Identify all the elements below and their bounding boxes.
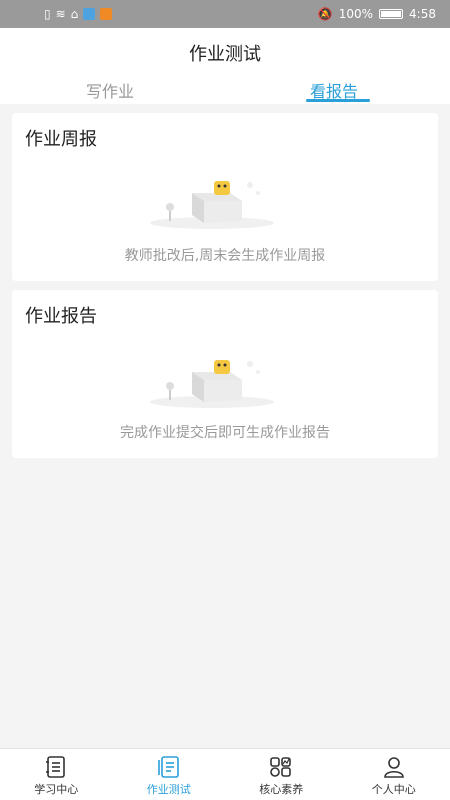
empty-message: 完成作业提交后即可生成作业报告 bbox=[120, 425, 330, 441]
nav-label: 个人中心 bbox=[371, 783, 416, 796]
tab-write-homework[interactable]: 写作业 bbox=[86, 78, 134, 102]
app-notification-icon: ⌂ bbox=[70, 7, 79, 21]
app-icon bbox=[83, 8, 96, 20]
sim-icon: ▯ bbox=[44, 7, 51, 21]
battery-percent: 100% bbox=[338, 7, 374, 21]
notebook-icon bbox=[46, 756, 66, 778]
nav-label: 作业测试 bbox=[146, 783, 191, 796]
status-bar: ▯ ≋ ⌂ 🔕 100% 4:58 bbox=[0, 0, 450, 28]
weekly-report-card: 作业周报 教师批改后,周末会生成作业周报 bbox=[12, 113, 438, 281]
app-header: 作业测试 写作业 看报告 bbox=[0, 28, 450, 104]
card-title: 作业报告 bbox=[25, 306, 97, 327]
nav-profile[interactable]: 个人中心 bbox=[338, 749, 450, 800]
homework-report-card: 作业报告 完成作业提交后即可生成作业报告 bbox=[12, 290, 438, 458]
nav-label: 核心素养 bbox=[259, 783, 304, 796]
status-icons: ▯ ≋ ⌂ bbox=[44, 7, 113, 21]
nav-label: 学习中心 bbox=[34, 783, 79, 796]
empty-box-icon bbox=[150, 181, 274, 229]
card-title: 作业周报 bbox=[25, 129, 97, 150]
clock: 4:58 bbox=[409, 7, 436, 21]
mute-icon: 🔕 bbox=[317, 7, 333, 21]
nav-learning-center[interactable]: 学习中心 bbox=[0, 749, 113, 800]
active-tab-indicator bbox=[306, 99, 370, 102]
bottom-nav: 学习中心 作业测试 核心素养 个人中心 bbox=[0, 748, 450, 800]
wifi-icon: ≋ bbox=[55, 7, 66, 21]
person-icon bbox=[383, 757, 404, 778]
page-title: 作业测试 bbox=[189, 44, 261, 65]
battery-icon bbox=[379, 9, 404, 19]
nav-homework-test[interactable]: 作业测试 bbox=[113, 749, 226, 800]
nav-core-literacy[interactable]: 核心素养 bbox=[225, 749, 338, 800]
video-app-icon bbox=[100, 8, 113, 20]
document-icon bbox=[157, 756, 179, 778]
empty-message: 教师批改后,周末会生成作业周报 bbox=[124, 248, 326, 264]
grid-icon bbox=[270, 757, 292, 777]
empty-box-icon bbox=[150, 360, 274, 408]
